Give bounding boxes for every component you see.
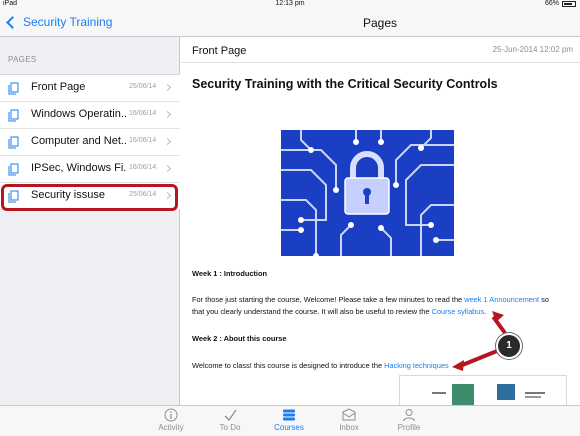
page-item-date: 16/06/14 [129, 164, 157, 171]
stack-icon [283, 409, 295, 421]
person-icon [403, 409, 415, 422]
page-item-title: Windows Operatin... [31, 108, 126, 120]
tab-to-do[interactable]: To Do [200, 408, 260, 432]
tab-label: Courses [274, 423, 304, 432]
chevron-right-icon [163, 137, 172, 146]
tab-label: Inbox [339, 423, 359, 432]
tab-label: To Do [219, 423, 241, 432]
content-header: Front Page 25-Jun-2014 12:02 pm [181, 37, 580, 63]
course-syllabus-link[interactable]: Course syllabus [432, 307, 485, 316]
page-item-date: 25/06/14 [129, 83, 157, 90]
page-list-item[interactable]: IPSec, Windows Fi... 16/06/14 [0, 156, 180, 183]
diagram-thumbnail-graphic [432, 384, 545, 405]
document-icon [8, 163, 19, 176]
selection-highlight-box [1, 184, 178, 211]
page-item-date: 16/06/14 [129, 137, 157, 144]
battery-status: 66% [545, 0, 576, 7]
back-button[interactable]: Security Training [5, 15, 112, 29]
article-title: Security Training with the Critical Secu… [192, 77, 498, 91]
callout-arrowhead-icon [492, 311, 504, 322]
week1-announcement-link[interactable]: week 1 Announcement [464, 295, 539, 304]
sidebar-header: PAGES [8, 55, 37, 64]
tab-inbox[interactable]: Inbox [319, 408, 379, 432]
chevron-right-icon [163, 110, 172, 119]
navigation-bar: Security Training Pages [0, 9, 580, 37]
page-title: Front Page [192, 45, 247, 57]
week2-paragraph: Welcome to class! this course is designe… [192, 361, 449, 370]
back-button-label: Security Training [23, 15, 113, 29]
circuit-padlock-image [281, 130, 454, 256]
document-icon [8, 82, 19, 95]
tab-label: Profile [397, 423, 421, 432]
chevron-right-icon [163, 83, 172, 92]
pages-sidebar: PAGES Front Page 25/06/14 Windows Operat… [0, 37, 180, 405]
page-item-title: IPSec, Windows Fi... [31, 162, 126, 174]
status-bar: iPad 12:13 pm 66% [0, 0, 580, 9]
callout-arrowhead-icon [452, 360, 464, 371]
page-list-item[interactable]: Windows Operatin... 16/06/14 [0, 102, 180, 129]
document-icon [8, 136, 19, 149]
tab-activity[interactable]: Activity [141, 408, 201, 432]
week1-paragraph: For those just starting the course, Welc… [192, 295, 549, 316]
tab-label: Activity [158, 423, 184, 432]
page-item-title: Computer and Net... [31, 135, 126, 147]
battery-percent: 66% [544, 0, 559, 7]
page-list-item[interactable]: Front Page 25/06/14 [0, 75, 180, 102]
battery-icon [562, 0, 576, 7]
checkmark-icon [224, 409, 237, 422]
inbox-icon [342, 408, 356, 421]
diagram-thumbnail [399, 375, 567, 405]
week1-heading: Week 1 : Introduction [192, 269, 268, 278]
callout-number-badge: 1 [496, 333, 522, 359]
page-updated-date: 25-Jun-2014 12:02 pm [492, 45, 574, 54]
page-item-date: 16/06/14 [129, 110, 157, 117]
page-list-item[interactable]: Computer and Net... 16/06/14 [0, 129, 180, 156]
info-icon [164, 408, 178, 422]
hacking-techniques-link[interactable]: Hacking techniques [384, 361, 449, 370]
chevron-left-icon [6, 15, 19, 29]
ipad-app: iPad 12:13 pm 66% Security Training Page… [0, 0, 580, 436]
tab-courses[interactable]: Courses [259, 408, 319, 432]
nav-title: Pages [362, 16, 398, 30]
clock: 12:13 pm [275, 0, 305, 7]
chevron-right-icon [163, 164, 172, 173]
page-item-title: Front Page [31, 81, 86, 93]
tab-bar: Activity To Do Courses Inbox Profile [0, 405, 580, 436]
tab-profile[interactable]: Profile [379, 408, 439, 432]
document-icon [8, 109, 19, 122]
